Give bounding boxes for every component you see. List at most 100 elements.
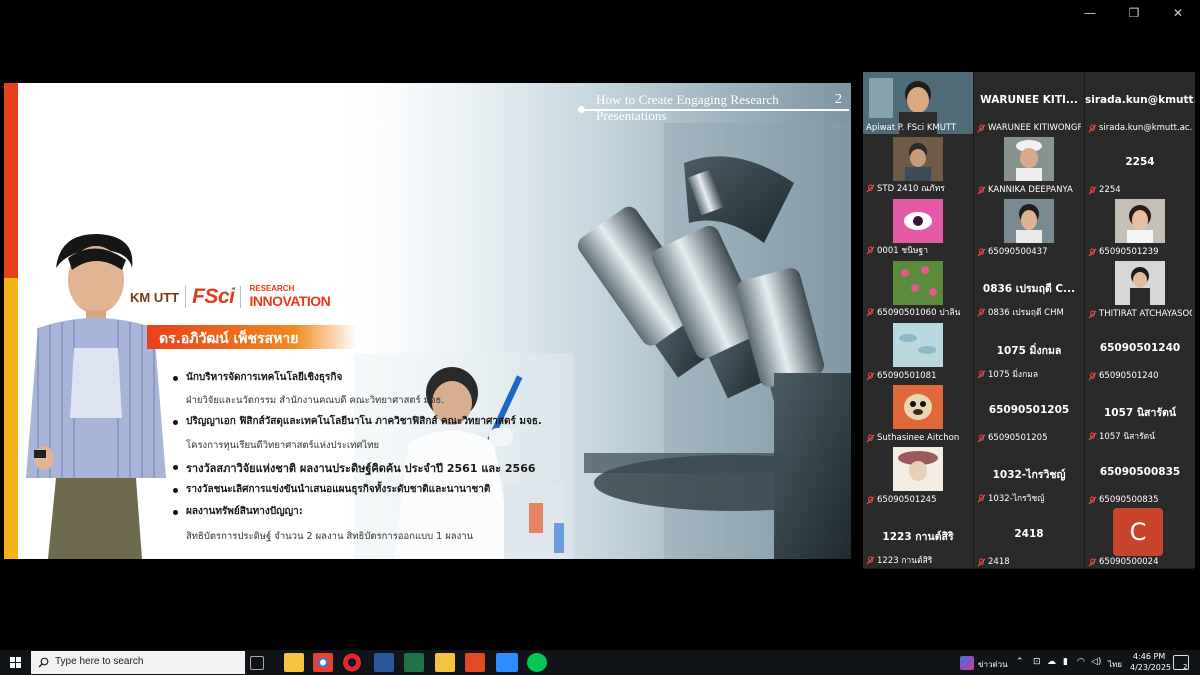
muted-mic-icon bbox=[977, 369, 986, 379]
participant-name-label: 1057 นิสารัตน์ bbox=[1088, 429, 1155, 443]
file-explorer-icon[interactable] bbox=[284, 653, 304, 672]
participant-name-label: 65090501081 bbox=[866, 371, 937, 381]
volume-icon[interactable]: ◁) bbox=[1091, 657, 1101, 667]
participant-name-label: 0001 ชนิษฐา bbox=[866, 243, 928, 257]
participant-tile[interactable]: 0836 เปรมฤดี C... 0836 เปรมฤดี CHM bbox=[974, 258, 1084, 320]
presenter-name-banner: ดร.อภิวัฒน์ เพ็ชรสหาย bbox=[147, 325, 357, 349]
network-icon[interactable]: ⊡ bbox=[1033, 657, 1041, 667]
participant-tile[interactable]: 65090501245 bbox=[863, 444, 973, 506]
task-view-icon[interactable] bbox=[250, 656, 264, 670]
clock-time[interactable]: 4:46 PM bbox=[1133, 652, 1165, 661]
participant-name: 65090501245 bbox=[877, 495, 937, 505]
participant-display-name: 2254 bbox=[1125, 156, 1155, 168]
title-dot bbox=[578, 106, 585, 113]
participant-tile[interactable]: Apiwat P. FSci KMUTT bbox=[863, 72, 973, 134]
muted-mic-icon bbox=[866, 245, 875, 255]
participant-tile[interactable]: 65090500835 65090500835 bbox=[1085, 444, 1195, 506]
participant-tile[interactable]: THITIRAT ATCHAYASOO... bbox=[1085, 258, 1195, 320]
participant-name-label: 1075 มิ่งกมล bbox=[977, 367, 1038, 381]
muted-mic-icon bbox=[1088, 431, 1097, 441]
participant-name: 0836 เปรมฤดี CHM bbox=[988, 308, 1064, 318]
participant-tile[interactable]: 2254 2254 bbox=[1085, 134, 1195, 196]
muted-mic-icon bbox=[977, 185, 986, 195]
fsci-logo: FSci bbox=[192, 285, 235, 308]
news-widget-icon[interactable] bbox=[960, 656, 974, 670]
search-icon bbox=[38, 657, 49, 668]
participant-name: 0001 ชนิษฐา bbox=[877, 246, 928, 256]
word-icon[interactable] bbox=[374, 653, 394, 672]
muted-mic-icon bbox=[1088, 123, 1097, 133]
title-underline bbox=[581, 109, 849, 111]
participant-name: 2254 bbox=[1099, 185, 1121, 195]
participant-name-label: Apiwat P. FSci KMUTT bbox=[866, 123, 956, 133]
wifi-icon[interactable]: ◠ bbox=[1077, 657, 1085, 667]
participant-tile[interactable]: 2418 2418 bbox=[974, 506, 1084, 568]
muted-mic-icon bbox=[977, 123, 986, 133]
microphone-icon[interactable]: ▮ bbox=[1063, 657, 1068, 667]
accent-bar-yellow bbox=[4, 278, 18, 559]
cloud-icon[interactable]: ☁ bbox=[1047, 657, 1056, 667]
participant-name: Apiwat P. FSci KMUTT bbox=[866, 123, 957, 133]
participant-tile[interactable]: 1057 นิสารัตน์ 1057 นิสารัตน์ bbox=[1085, 382, 1195, 444]
participant-tile[interactable]: 65090501060 ปาลิน bbox=[863, 258, 973, 320]
minimize-button[interactable]: — bbox=[1068, 4, 1112, 22]
app-icon[interactable] bbox=[465, 653, 485, 672]
zoom-icon[interactable] bbox=[496, 653, 518, 672]
participant-name: sirada.kun@kmutt.ac.th bbox=[1099, 123, 1192, 133]
ri-logo-main: INNOVATION bbox=[249, 293, 331, 309]
muted-mic-icon bbox=[1088, 185, 1097, 195]
participant-name-label: STD 2410 ณภัทร bbox=[866, 181, 945, 195]
news-widget-label[interactable]: ข่าวด่วน bbox=[978, 658, 1008, 671]
participant-name: 1223 กานต์สิริ bbox=[877, 556, 933, 566]
windows-taskbar: Type here to search ข่าวด่วน ⌃ ⊡ ☁ ▮ ◠ ◁… bbox=[0, 650, 1200, 675]
participant-name: 65090501060 ปาลิน bbox=[877, 308, 961, 318]
participant-name-label: 65090501245 bbox=[866, 495, 937, 505]
participant-name-label: THITIRAT ATCHAYASOO... bbox=[1088, 309, 1192, 319]
participant-tile[interactable]: 1032-ไกรวิชญ์ 1032-ไกรวิชญ์ bbox=[974, 444, 1084, 506]
participant-tile[interactable]: 1223 กานต์สิริ 1223 กานต์สิริ bbox=[863, 506, 973, 568]
participant-tile[interactable]: STD 2410 ณภัทร bbox=[863, 134, 973, 196]
bullet-dot bbox=[173, 420, 178, 425]
taskbar-search-box[interactable]: Type here to search bbox=[31, 651, 245, 674]
participant-tile[interactable]: WARUNEE KITI... WARUNEE KITIWONGPR... bbox=[974, 72, 1084, 134]
participant-tile[interactable]: 0001 ชนิษฐา bbox=[863, 196, 973, 258]
excel-icon[interactable] bbox=[404, 653, 424, 672]
participant-tile[interactable]: 65090500437 bbox=[974, 196, 1084, 258]
participant-tile[interactable]: KANNIKA DEEPANYA bbox=[974, 134, 1084, 196]
participant-tile[interactable]: C 65090500024 bbox=[1085, 506, 1195, 568]
participant-name: 1075 มิ่งกมล bbox=[988, 370, 1039, 380]
windows-start-icon[interactable] bbox=[0, 650, 30, 675]
slide-number: 2 bbox=[835, 92, 842, 107]
participant-name: 1057 นิสารัตน์ bbox=[1099, 432, 1156, 442]
chevron-up-icon[interactable]: ⌃ bbox=[1016, 657, 1024, 667]
participant-display-name: WARUNEE KITI... bbox=[980, 94, 1078, 106]
bio-line: โครงการทุนเรียนดีวิทยาศาสตร์แห่งประเทศไท… bbox=[186, 440, 380, 451]
participant-tile[interactable]: sirada.kun@kmutt... sirada.kun@kmutt.ac.t… bbox=[1085, 72, 1195, 134]
ri-logo-top: RESEARCH bbox=[249, 284, 295, 293]
restore-button[interactable]: ❐ bbox=[1112, 4, 1156, 22]
participant-tile[interactable]: 65090501240 65090501240 bbox=[1085, 320, 1195, 382]
participant-tile[interactable]: 65090501205 65090501205 bbox=[974, 382, 1084, 444]
participant-tile[interactable]: 65090501239 bbox=[1085, 196, 1195, 258]
presenter-name: ดร.อภิวัฒน์ เพ็ชรสหาย bbox=[159, 331, 299, 347]
folder-icon[interactable] bbox=[435, 653, 455, 672]
participant-tile[interactable]: 65090501081 bbox=[863, 320, 973, 382]
participant-display-name: 1032-ไกรวิชญ์ bbox=[992, 469, 1066, 481]
bullet-dot bbox=[173, 465, 178, 470]
bio-line: ปริญญาเอก ฟิสิกส์วัสดุและเทคโนโลยีนาโน ภ… bbox=[186, 416, 542, 427]
clock-date[interactable]: 4/23/2025 bbox=[1130, 663, 1171, 672]
muted-mic-icon bbox=[1088, 371, 1097, 381]
participant-name: WARUNEE KITIWONGPR... bbox=[988, 123, 1081, 133]
research-innovation-logo: RESEARCH INNOVATION bbox=[247, 280, 343, 314]
participant-tile[interactable]: Suthasinee Aitchon bbox=[863, 382, 973, 444]
line-icon[interactable] bbox=[527, 653, 547, 672]
close-button[interactable]: ✕ bbox=[1156, 4, 1200, 22]
input-language[interactable]: ไทย bbox=[1108, 658, 1122, 671]
participant-name-label: WARUNEE KITIWONGPR... bbox=[977, 123, 1081, 133]
muted-mic-icon bbox=[866, 555, 875, 565]
bio-line: รางวัลชนะเลิศการแข่งขันนำเสนอแผนธุรกิจทั… bbox=[186, 484, 491, 495]
opera-icon[interactable] bbox=[342, 653, 362, 672]
participant-tile[interactable]: 1075 มิ่งกมล 1075 มิ่งกมล bbox=[974, 320, 1084, 382]
participant-gallery: Apiwat P. FSci KMUTT WARUNEE KITI... WARUN… bbox=[863, 72, 1195, 569]
chrome-icon[interactable] bbox=[313, 653, 333, 672]
